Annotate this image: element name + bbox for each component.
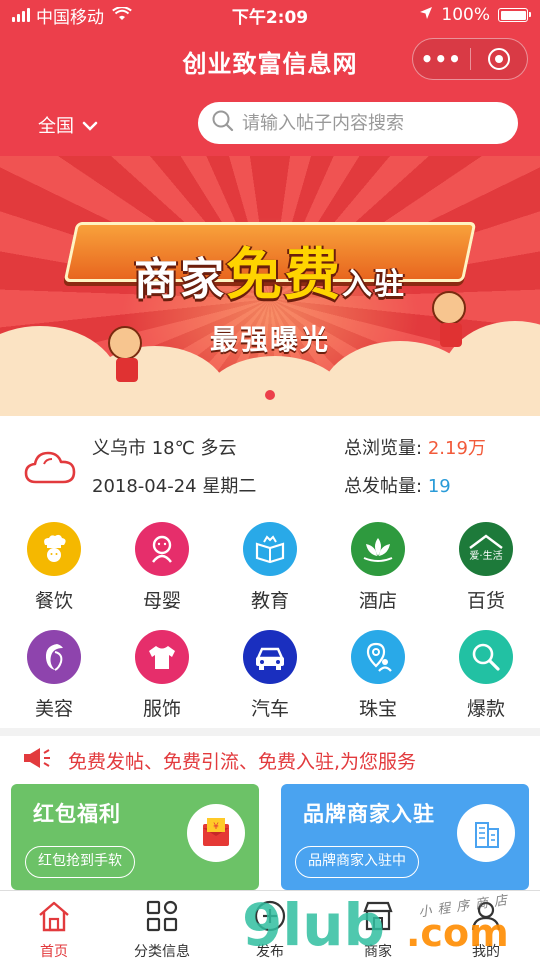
category-catering[interactable]: 餐饮	[0, 522, 108, 613]
banner-headline-free: 免费	[226, 243, 342, 308]
search-box[interactable]	[198, 102, 518, 144]
cloud-icon	[22, 438, 78, 494]
weather-text: 义乌市 18℃ 多云	[92, 438, 237, 459]
tshirt-icon	[135, 630, 189, 684]
battery-icon	[498, 8, 531, 22]
category-beauty[interactable]: 美容	[0, 630, 108, 721]
card-title: 品牌商家入驻	[303, 802, 435, 826]
chef-icon	[27, 522, 81, 576]
tab-bar: 首页 分类信息 发布 商家 我的	[0, 890, 540, 960]
tab-me[interactable]: 我的	[432, 891, 540, 960]
svg-text:¥: ¥	[213, 822, 219, 832]
promo-cards: 红包福利 红包抢到手软 ¥ 品牌商家入驻 品牌商家入驻中	[0, 784, 540, 890]
category-label: 酒店	[358, 590, 397, 612]
search-row: 全国	[0, 88, 540, 156]
target-icon	[487, 48, 510, 70]
tab-publish[interactable]: 发布	[216, 891, 324, 960]
card-title: 红包福利	[33, 802, 121, 826]
search-icon	[212, 110, 234, 136]
magnifier-icon	[459, 630, 513, 684]
info-panel: 义乌市 18℃ 多云 2018-04-24 星期二 总浏览量: 2.19万 总发…	[0, 416, 540, 514]
carousel-indicator-dot[interactable]	[265, 390, 275, 400]
miniprogram-capsule: •••	[412, 38, 528, 80]
category-label: 汽车	[250, 698, 289, 720]
signal-icon	[12, 8, 30, 22]
location-arrow-icon	[419, 5, 433, 25]
house-badge-text: 爱·生活	[469, 549, 502, 562]
category-label: 珠宝	[358, 698, 397, 720]
category-education[interactable]: 教育	[216, 522, 324, 613]
tab-label: 发布	[256, 944, 284, 960]
close-miniprogram-button[interactable]	[471, 48, 528, 70]
category-label: 教育	[250, 590, 289, 612]
region-label: 全国	[38, 116, 74, 137]
carrier-name: 中国移动	[36, 7, 104, 28]
wifi-icon	[112, 5, 132, 25]
notice-text: 免费发帖、免费引流、免费入驻,为您服务	[68, 750, 417, 773]
category-label: 爆款	[466, 698, 505, 720]
red-packet-button[interactable]: 红包抢到手软	[25, 846, 135, 878]
total-views: 总浏览量: 2.19万	[344, 434, 486, 460]
user-icon	[469, 899, 503, 937]
category-label: 百货	[466, 590, 505, 612]
tab-label: 商家	[364, 944, 392, 960]
car-icon	[243, 630, 297, 684]
battery-percent: 100%	[441, 5, 490, 25]
megaphone-icon	[22, 746, 52, 774]
chevron-down-icon	[82, 115, 98, 136]
category-label: 母婴	[142, 590, 181, 612]
tab-label: 我的	[472, 944, 500, 960]
category-hot-items[interactable]: 爆款	[432, 630, 540, 721]
grid-icon	[145, 899, 179, 937]
shop-icon	[361, 899, 395, 937]
notice-bar[interactable]: 免费发帖、免费引流、免费入驻,为您服务	[0, 736, 540, 784]
category-label: 美容	[34, 698, 73, 720]
total-views-label: 总浏览量:	[344, 438, 423, 459]
total-views-value: 2.19万	[427, 438, 486, 459]
category-hotel[interactable]: 酒店	[324, 522, 432, 613]
baby-icon	[135, 522, 189, 576]
tab-label: 分类信息	[134, 944, 190, 960]
brand-merchant-button[interactable]: 品牌商家入驻中	[295, 846, 419, 878]
total-posts: 总发帖量: 19	[344, 472, 451, 498]
category-general-store[interactable]: 爱·生活 百货	[432, 522, 540, 613]
red-packet-card[interactable]: 红包福利 红包抢到手软 ¥	[11, 784, 259, 890]
location-person-icon	[351, 630, 405, 684]
woman-face-icon	[27, 630, 81, 684]
red-envelope-icon: ¥	[187, 804, 245, 862]
lotus-icon	[351, 522, 405, 576]
search-input[interactable]	[242, 112, 502, 134]
tab-home[interactable]: 首页	[0, 891, 108, 960]
region-selector[interactable]: 全国	[38, 112, 98, 138]
status-bar: 中国移动 下午2:09 100%	[0, 0, 540, 30]
banner-headline: 商家免费入驻	[0, 230, 540, 311]
category-label: 服饰	[142, 698, 181, 720]
banner-headline-part: 商家	[134, 254, 226, 305]
date-text: 2018-04-24 星期二	[92, 476, 257, 497]
building-icon	[457, 804, 515, 862]
category-grid: 餐饮 母婴 教育 酒店 爱·生活 百货 美容 服饰 汽车 珠宝 爆款	[0, 514, 540, 728]
house-icon: 爱·生活	[459, 522, 513, 576]
book-icon	[243, 522, 297, 576]
total-posts-value: 19	[427, 476, 451, 497]
banner-headline-part: 入驻	[342, 267, 406, 302]
total-posts-label: 总发帖量:	[344, 476, 423, 497]
category-maternal[interactable]: 母婴	[108, 522, 216, 613]
category-clothing[interactable]: 服饰	[108, 630, 216, 721]
nav-bar: 创业致富信息网 •••	[0, 30, 540, 88]
category-jewelry[interactable]: 珠宝	[324, 630, 432, 721]
brand-merchant-card[interactable]: 品牌商家入驻 品牌商家入驻中	[281, 784, 529, 890]
home-icon	[36, 899, 72, 937]
category-auto[interactable]: 汽车	[216, 630, 324, 721]
tab-merchants[interactable]: 商家	[324, 891, 432, 960]
more-menu-button[interactable]: •••	[413, 49, 470, 69]
publish-icon	[253, 899, 287, 937]
category-label: 餐饮	[34, 590, 73, 612]
banner-subline: 最强曝光	[209, 323, 330, 356]
tab-label: 首页	[40, 944, 68, 960]
tab-categories[interactable]: 分类信息	[108, 891, 216, 960]
